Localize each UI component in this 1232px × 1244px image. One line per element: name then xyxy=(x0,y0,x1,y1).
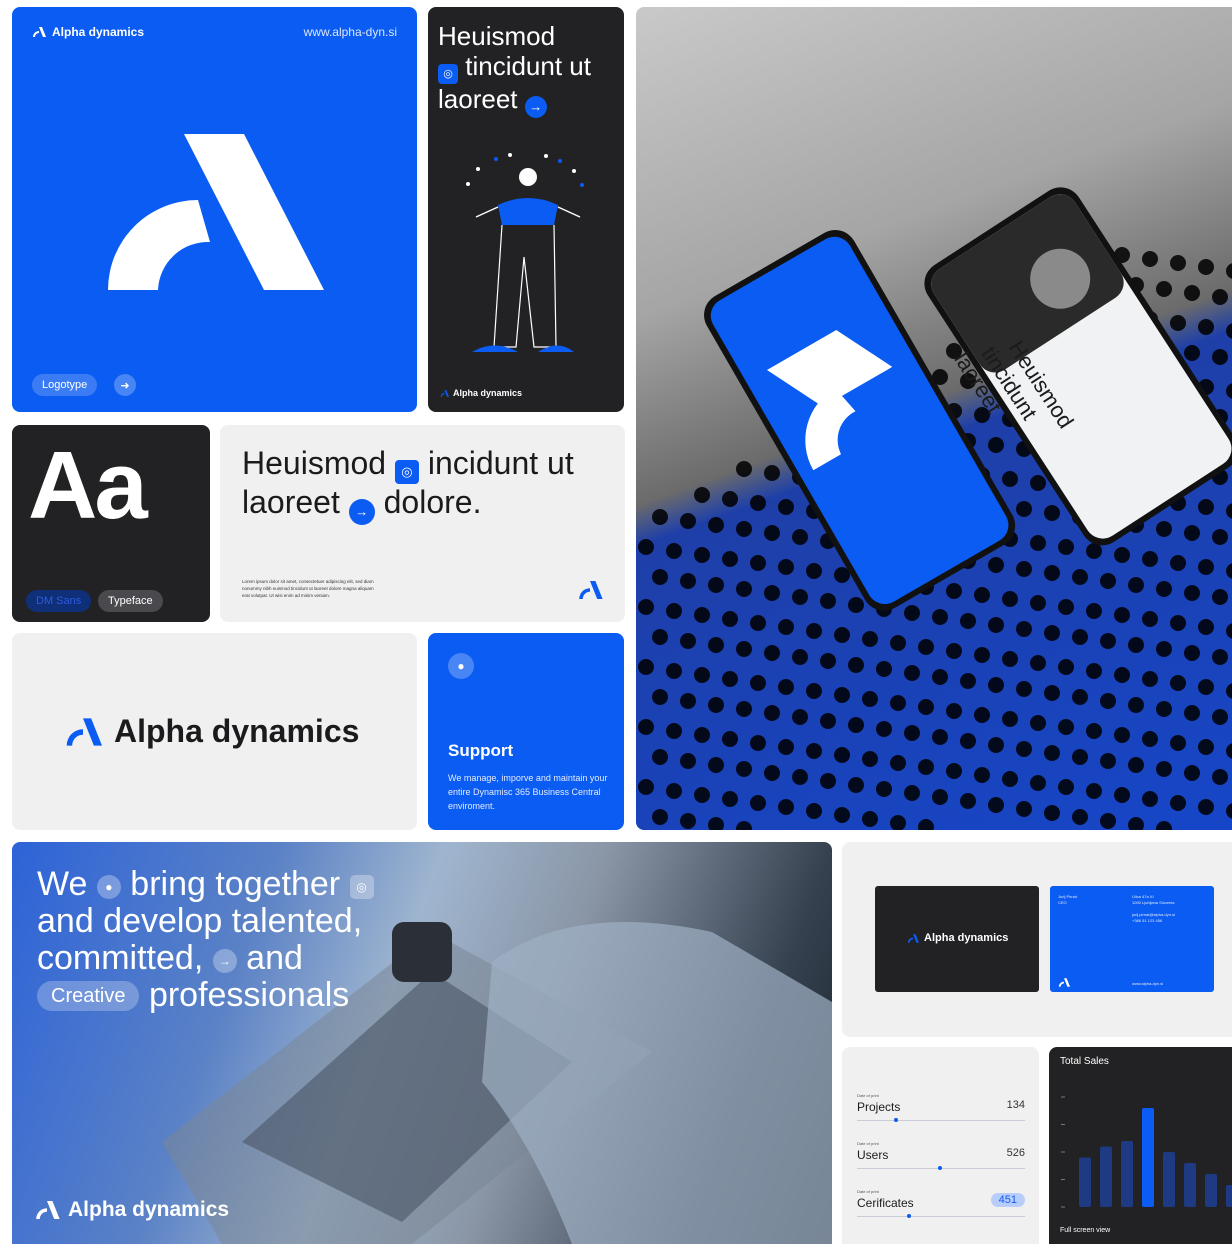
card-url: www.alpha-dyn.si xyxy=(1132,981,1164,986)
alpha-logo-icon xyxy=(907,933,919,943)
chart-bar[interactable] xyxy=(1205,1174,1217,1207)
alpha-logo-icon xyxy=(66,717,102,746)
creative-pill: Creative xyxy=(37,981,140,1011)
phones-mockup-photo: Heuismod tincidunt laoreet xyxy=(638,187,1232,830)
alpha-logo-icon xyxy=(33,27,46,37)
card-role: CEO xyxy=(1058,900,1067,905)
website-url[interactable]: www.alpha-dyn.si xyxy=(304,25,397,39)
headline-card: Heuismod ◎ incidunt ut laoreet → dolore.… xyxy=(220,425,625,622)
alpha-big-logo xyxy=(108,134,324,290)
stat-row-projects: Date of print Projects 134 xyxy=(857,1093,1025,1122)
arrow-right-icon: → xyxy=(348,499,375,525)
arrow-right-icon: → xyxy=(524,96,547,118)
progress-knob[interactable] xyxy=(893,1118,898,1122)
progress-track[interactable] xyxy=(857,1118,1025,1122)
illustration-headline: Heuismod ◎ tincidunt ut laoreet → xyxy=(438,21,591,118)
person-illustration xyxy=(466,153,584,352)
chart-bar[interactable] xyxy=(1163,1152,1175,1207)
business-card-back: Jurij Pirnat CEO Ulica 47a XI 1000 Ljubl… xyxy=(1050,886,1214,992)
brand-name: Alpha dynamics xyxy=(52,25,145,39)
status-badge: 451 xyxy=(990,1193,1025,1207)
logotype-pill[interactable]: Logotype xyxy=(32,374,98,396)
alpha-logo-icon xyxy=(579,581,603,599)
brand-header: Alpha dynamics xyxy=(32,25,144,39)
arrow-right-icon: → xyxy=(212,949,237,973)
wordmark-card: Alpha dynamics xyxy=(12,633,417,830)
chart-bar[interactable] xyxy=(1121,1141,1133,1207)
alpha-logo-icon xyxy=(36,1201,60,1219)
typeface-pill[interactable]: Typeface xyxy=(98,590,163,612)
typeface-card: Aa DM Sans Typeface xyxy=(12,425,210,622)
typeface-sample: Aa xyxy=(28,432,148,539)
stat-row-certificates: Date of print Cerificates 451 xyxy=(857,1189,1025,1218)
card-address-2: 1000 Ljubljana Slovenia xyxy=(1132,900,1175,905)
progress-knob[interactable] xyxy=(937,1166,942,1170)
support-description: We manage, imporve and maintain your ent… xyxy=(448,773,608,811)
progress-knob[interactable] xyxy=(907,1214,912,1218)
headline-line-2: tincidunt ut xyxy=(465,51,591,81)
hero-photo-card: We ● bring together ◎ and develop talent… xyxy=(12,842,832,1244)
alpha-logo-icon xyxy=(440,389,449,397)
illustration-card: Heuismod ◎ tincidunt ut laoreet → Alpha … xyxy=(428,7,624,412)
alpha-logo-icon xyxy=(1058,978,1070,987)
business-card-front: Alpha dynamics xyxy=(875,886,1039,992)
chart-bar[interactable] xyxy=(1100,1146,1112,1208)
chart-title: Total Sales xyxy=(1060,1056,1109,1067)
logotype-card: Alpha dynamics www.alpha-dyn.si Logotype… xyxy=(12,7,417,412)
stat-row-users: Date of print Users 526 xyxy=(857,1141,1025,1170)
card-phone: +386 51 123 456 xyxy=(1132,918,1163,923)
progress-track[interactable] xyxy=(857,1166,1025,1170)
support-card: ● Support We manage, imporve and maintai… xyxy=(428,633,624,830)
chart-bar[interactable] xyxy=(1184,1163,1196,1207)
chart-bar[interactable] xyxy=(1079,1157,1091,1208)
progress-track[interactable] xyxy=(857,1214,1025,1218)
support-title: Support xyxy=(448,741,514,760)
headline-line-1: Heuismod xyxy=(438,21,556,51)
hero-footer-brand: Alpha dynamics xyxy=(34,1198,229,1222)
business-card-brand: Alpha dynamics xyxy=(907,932,1008,944)
font-name-pill[interactable]: DM Sans xyxy=(26,590,92,612)
body-copy: Lorem ipsum dolor sit amet, consectetuer… xyxy=(242,579,374,598)
business-cards-card: Alpha dynamics Jurij Pirnat CEO Ulica 47… xyxy=(842,842,1232,1037)
refresh-icon: ◎ xyxy=(394,460,419,484)
user-icon: ● xyxy=(96,875,121,899)
stats-card: Date of print Projects 134 Date of print… xyxy=(842,1047,1039,1244)
chart-bar[interactable] xyxy=(1142,1108,1154,1207)
phones-photo-card: Heuismod tincidunt laoreet xyxy=(636,7,1232,830)
sales-bar-chart xyxy=(1061,1096,1232,1208)
wordmark: Alpha dynamics xyxy=(64,713,359,750)
arrow-right-icon[interactable]: ➜ xyxy=(114,374,136,396)
refresh-icon: ◎ xyxy=(349,875,374,899)
headline-text: Heuismod ◎ incidunt ut laoreet → dolore. xyxy=(242,445,574,525)
full-screen-link[interactable]: Full screen view xyxy=(1060,1227,1110,1234)
headline-line-3: laoreet xyxy=(438,84,518,114)
illustration-footer-brand: Alpha dynamics xyxy=(440,388,522,398)
chart-bar[interactable] xyxy=(1226,1185,1232,1207)
total-sales-card: Total Sales Full screen view xyxy=(1049,1047,1232,1244)
refresh-icon: ◎ xyxy=(438,64,458,84)
microphone-icon[interactable]: ● xyxy=(448,653,474,679)
hero-headline: We ● bring together ◎ and develop talent… xyxy=(37,866,374,1014)
